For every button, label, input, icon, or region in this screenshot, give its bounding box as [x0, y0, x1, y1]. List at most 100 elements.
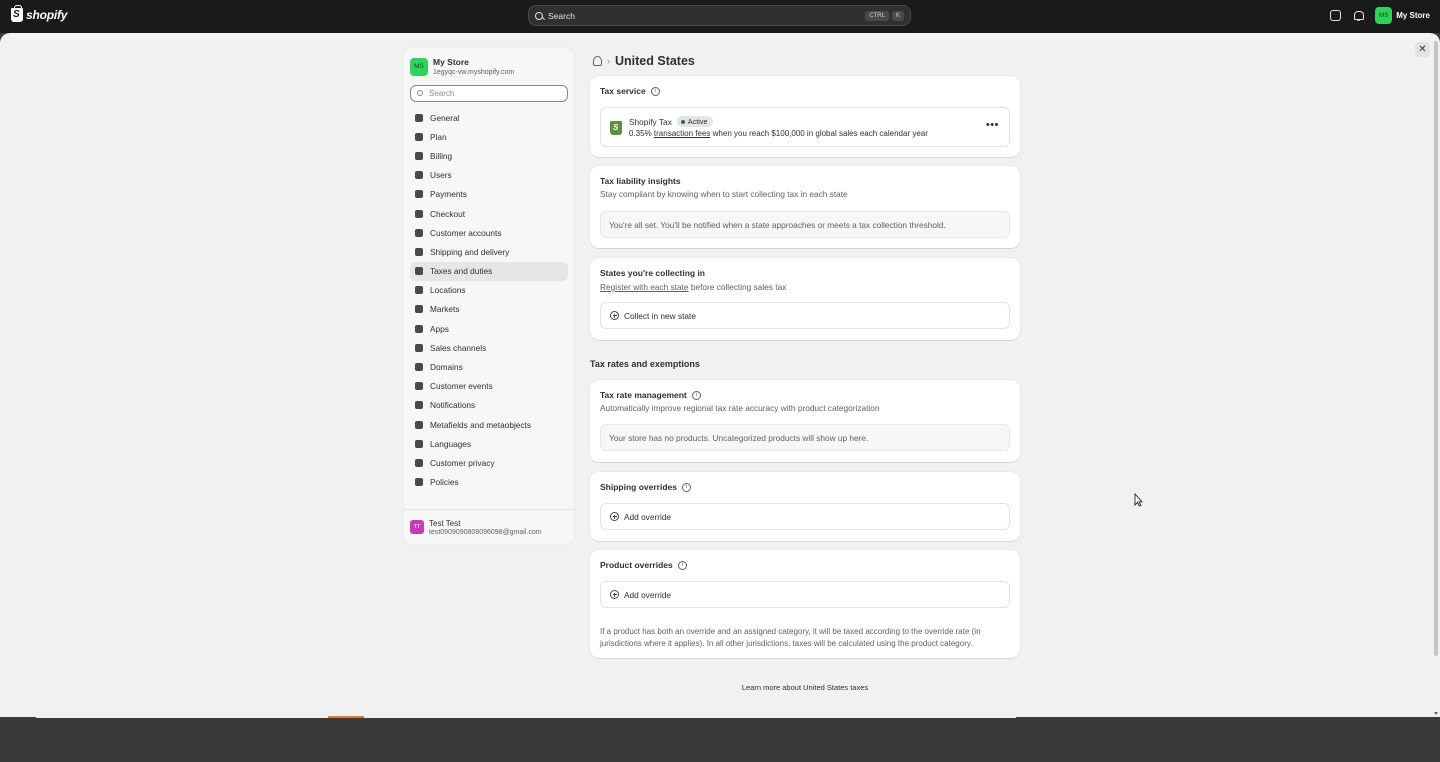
sidebar-item-customer-accounts[interactable]: Customer accounts — [410, 223, 568, 242]
sidebar-item-label: Languages — [430, 438, 472, 449]
rate-management-message: Your store has no products. Uncategorize… — [600, 424, 1010, 451]
sidebar-item-label: Customer privacy — [430, 457, 495, 468]
page-title: United States — [615, 54, 695, 68]
card-title-text: Product overrides — [600, 560, 673, 570]
top-bar: shopify Search CTRL K MS My Store — [0, 0, 1440, 33]
sidebar-item-users[interactable]: Users — [410, 166, 568, 185]
settings-nav: General Plan Billing Users Payments Chec… — [404, 108, 574, 492]
button-label: Collect in new state — [624, 310, 696, 321]
sidebar-item-languages[interactable]: Languages — [410, 434, 568, 453]
tax-provider: Shopify Tax Active — [629, 116, 713, 127]
sidebar-item-shipping[interactable]: Shipping and delivery — [410, 242, 568, 261]
sidebar-item-label: Payments — [430, 189, 467, 200]
location-pin-icon — [415, 286, 423, 295]
states-collecting-card: States you're collecting in Register wit… — [590, 258, 1020, 340]
shopify-logo[interactable]: shopify — [11, 5, 67, 22]
sidebar-item-locations[interactable]: Locations — [410, 281, 568, 300]
override-note: If a product has both an override and an… — [600, 627, 981, 648]
store-menu[interactable]: MS My Store — [1375, 7, 1430, 24]
info-icon[interactable]: i — [650, 86, 660, 96]
button-label: Add override — [624, 589, 672, 600]
more-actions-icon[interactable]: ••• — [986, 120, 999, 131]
learn-more-link[interactable]: Learn more about United States taxes — [590, 683, 1020, 692]
payments-icon — [415, 190, 423, 199]
card-title: Tax liability insights — [600, 176, 681, 186]
plan-icon — [415, 132, 423, 141]
sidebar-item-domains[interactable]: Domains — [410, 357, 568, 376]
scrollbar[interactable] — [1434, 41, 1438, 656]
sidebar-item-checkout[interactable]: Checkout — [410, 204, 568, 223]
bell-icon[interactable] — [1353, 10, 1365, 21]
domain-icon — [415, 363, 423, 372]
lock-icon — [415, 458, 423, 467]
sidebar-item-label: Plan — [430, 131, 447, 142]
store-icon — [415, 113, 423, 122]
tax-icon[interactable] — [593, 56, 602, 66]
search-icon — [417, 90, 423, 96]
plus-circle-icon — [610, 311, 619, 320]
info-icon[interactable]: i — [677, 560, 687, 570]
apps-icon — [415, 324, 423, 333]
sidebar-item-billing[interactable]: Billing — [410, 146, 568, 165]
liability-insights-card: Tax liability insights Stay compliant by… — [590, 166, 1020, 248]
person-icon — [415, 228, 423, 237]
shipping-overrides-title: Shipping overrides i — [600, 482, 691, 492]
user-name: Test Test — [429, 518, 461, 528]
sidebar-item-label: Customer events — [430, 381, 493, 392]
sidebar-item-payments[interactable]: Payments — [410, 185, 568, 204]
top-right-controls: MS My Store — [1330, 7, 1430, 24]
global-search[interactable]: Search CTRL K — [528, 5, 911, 26]
language-icon — [415, 439, 423, 448]
settings-search-input[interactable]: Search — [410, 85, 568, 102]
status-dot-icon — [680, 119, 685, 124]
breadcrumb-separator: › — [607, 56, 610, 66]
add-product-override-button[interactable]: Add override — [600, 581, 1010, 608]
sidebar-item-label: Sales channels — [430, 342, 487, 353]
shopify-bag-icon — [11, 5, 23, 22]
store-menu-label: My Store — [1396, 11, 1430, 20]
sidebar-item-sales-channels[interactable]: Sales channels — [410, 338, 568, 357]
sidebar-item-plan[interactable]: Plan — [410, 127, 568, 146]
bell-icon — [415, 401, 423, 410]
plus-circle-icon — [610, 590, 619, 599]
sidebar-item-general[interactable]: General — [410, 108, 568, 127]
sidebar-item-apps[interactable]: Apps — [410, 319, 568, 338]
close-settings-button[interactable]: ✕ — [1415, 42, 1430, 57]
fee-percent: 0.35% — [629, 129, 652, 138]
events-icon — [415, 382, 423, 391]
info-icon[interactable]: i — [691, 390, 701, 400]
collect-new-state-button[interactable]: Collect in new state — [600, 302, 1010, 329]
sidebar-item-label: Policies — [430, 477, 459, 488]
tax-icon — [415, 267, 423, 276]
sidebar-item-taxes[interactable]: Taxes and duties — [410, 261, 568, 281]
register-state-link[interactable]: Register with each state — [600, 282, 689, 292]
tax-service-title: Tax service i — [600, 86, 660, 96]
store-avatar: MS — [1375, 7, 1393, 24]
taskbar-indicator — [328, 716, 364, 718]
sidekick-icon[interactable] — [1330, 10, 1342, 21]
add-shipping-override-button[interactable]: Add override — [600, 503, 1010, 530]
sidebar-item-customer-events[interactable]: Customer events — [410, 377, 568, 396]
sidebar-item-policies[interactable]: Policies — [410, 473, 568, 492]
scroll-down-arrow[interactable] — [1434, 712, 1438, 715]
sidebar-item-metafields[interactable]: Metafields and metaobjects — [410, 415, 568, 434]
sidebar-item-label: Billing — [430, 150, 453, 161]
sidebar-item-label: Apps — [430, 323, 449, 334]
shortcut-ctrl: CTRL — [865, 10, 889, 21]
sidebar-item-label: Markets — [430, 304, 460, 315]
card-title: States you're collecting in — [600, 268, 705, 278]
card-title-text: Tax service — [600, 86, 646, 96]
sidebar-item-notifications[interactable]: Notifications — [410, 396, 568, 415]
sidebar-item-markets[interactable]: Markets — [410, 300, 568, 319]
sidebar-item-customer-privacy[interactable]: Customer privacy — [410, 453, 568, 472]
settings-modal: ✕ MS My Store 1egyqc-vw.myshopify.com Se… — [0, 33, 1440, 717]
states-subtitle: Register with each state before collecti… — [600, 282, 786, 292]
sidebar-item-label: Users — [430, 170, 452, 181]
cart-icon — [415, 209, 423, 218]
transaction-fees-link[interactable]: transaction fees — [654, 129, 710, 138]
sidebar-item-label: Shipping and delivery — [430, 246, 510, 257]
info-icon[interactable]: i — [682, 482, 691, 492]
user-account[interactable]: TT Test Test test0909090808096098@gmail.… — [404, 509, 574, 544]
sidebar-item-label: General — [430, 112, 460, 123]
shopify-bag-icon — [610, 121, 622, 135]
